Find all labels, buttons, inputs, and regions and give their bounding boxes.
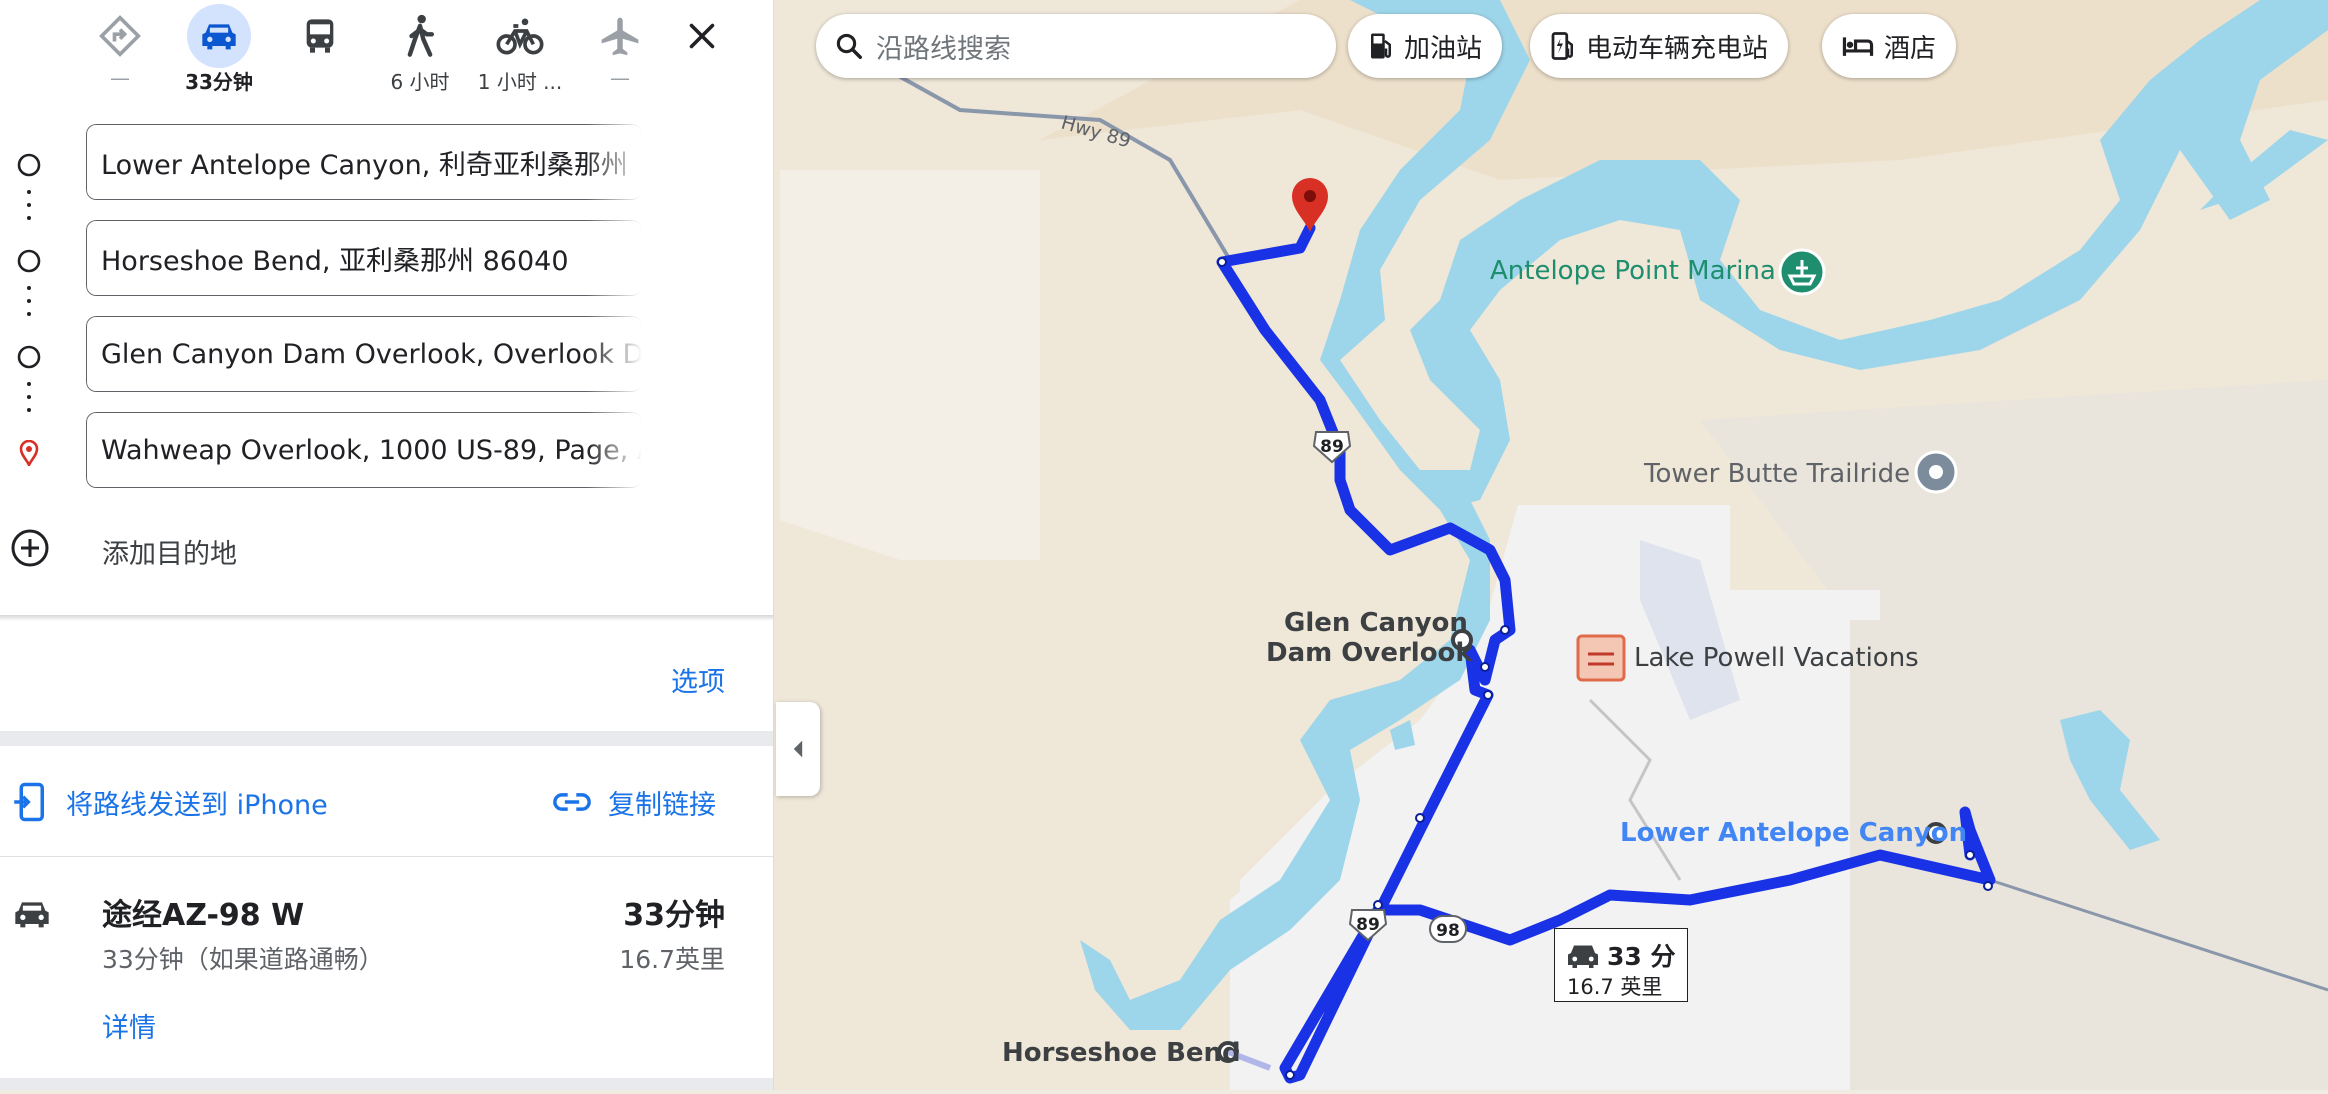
- panel-divider: [0, 615, 773, 621]
- search-placeholder: 沿路线搜索: [876, 33, 1011, 65]
- lake-powell-label[interactable]: Lake Powell Vacations: [1634, 643, 1919, 673]
- copy-link-button[interactable]: 复制链接: [552, 780, 716, 824]
- waypoint-circle-icon: [17, 345, 41, 369]
- mode-flight-label: —: [610, 66, 630, 90]
- mode-walking[interactable]: 6 小时: [370, 0, 470, 100]
- mode-walking-label: 6 小时: [390, 70, 450, 94]
- route-name[interactable]: 途经AZ-98 W: [102, 890, 304, 934]
- glen-canyon-label-line1[interactable]: Glen Canyon: [1284, 608, 1468, 638]
- tower-butte-label[interactable]: Tower Butte Trailride: [1644, 459, 1910, 489]
- caret-left-icon: [793, 740, 803, 758]
- stop-input-1[interactable]: Lower Antelope Canyon, 利奇亚利桑那州: [86, 124, 642, 200]
- add-destination-label: 添加目的地: [102, 539, 237, 570]
- add-circle-icon: [11, 529, 49, 567]
- mode-cycling-label: 1 小时 ...: [477, 70, 563, 94]
- hotel-chip[interactable]: 酒店: [1822, 14, 1957, 78]
- mode-flight[interactable]: —: [570, 0, 670, 100]
- link-icon: [553, 793, 591, 811]
- mode-best-label: —: [110, 66, 130, 90]
- shield-98: 98: [1436, 921, 1460, 941]
- stop-input-2[interactable]: Horseshoe Bend, 亚利桑那州 86040: [86, 220, 642, 296]
- car-icon: [1568, 945, 1598, 968]
- bus-icon: [306, 19, 334, 53]
- search-icon: [836, 33, 862, 59]
- stop-row-1: Lower Antelope Canyon, 利奇亚利桑那州: [0, 124, 773, 204]
- route-time: 33分钟: [623, 898, 725, 933]
- gas-station-chip[interactable]: 加油站: [1348, 14, 1503, 78]
- horseshoe-bend-label[interactable]: Horseshoe Bend: [1002, 1038, 1241, 1068]
- send-to-phone-link[interactable]: 将路线发送到 iPhone: [12, 780, 328, 824]
- mode-cycling[interactable]: 1 小时 ...: [470, 0, 570, 100]
- callout-distance: 16.7 英里: [1567, 975, 1663, 999]
- stop-row-3: Glen Canyon Dam Overlook, Overlook Dr, P…: [0, 316, 773, 396]
- car-icon: [15, 902, 49, 928]
- hotel-label: 酒店: [1884, 33, 1937, 64]
- close-directions-button[interactable]: [680, 14, 724, 58]
- mode-driving-label: 33分钟: [185, 70, 253, 94]
- section-separator: [0, 1078, 773, 1090]
- hotel-icon: [1842, 37, 1874, 56]
- send-to-phone-icon: [14, 782, 44, 822]
- stop-input-3[interactable]: Glen Canyon Dam Overlook, Overlook Dr, P…: [86, 316, 642, 392]
- car-icon: [202, 24, 236, 50]
- gas-station-label: 加油站: [1404, 33, 1483, 64]
- mode-transit[interactable]: [270, 0, 370, 100]
- collapse-panel-button[interactable]: [776, 702, 820, 796]
- shield-89-top: 89: [1320, 437, 1344, 457]
- mode-driving[interactable]: 33分钟: [169, 0, 269, 100]
- directions-diamond-icon: [99, 15, 141, 57]
- stop-row-4: Wahweap Overlook, 1000 US-89, Page, AZ: [0, 412, 773, 492]
- walking-icon: [407, 14, 435, 57]
- ev-charging-icon: [1551, 32, 1573, 60]
- glen-canyon-label-line2[interactable]: Dam Overlook: [1266, 638, 1473, 668]
- waypoint-circle-icon: [17, 153, 41, 177]
- ev-charging-label: 电动车辆充电站: [1586, 33, 1769, 64]
- mode-best[interactable]: —: [70, 0, 170, 100]
- antelope-point-marina-label[interactable]: Antelope Point Marina: [1490, 256, 1776, 286]
- stop-row-2: Horseshoe Bend, 亚利桑那州 86040: [0, 220, 773, 300]
- route-distance: 16.7英里: [619, 945, 725, 974]
- shield-89-bottom: 89: [1356, 915, 1380, 935]
- route-details-link[interactable]: 详情: [102, 1006, 156, 1045]
- callout-time: 33 分: [1607, 942, 1676, 971]
- directions-panel: — 33分钟 6 小时 1 小时 ... — Lower Antelope Ca…: [0, 0, 774, 1090]
- ev-charging-chip[interactable]: 电动车辆充电站: [1530, 14, 1789, 78]
- divider: [0, 856, 773, 857]
- bicycle-icon: [496, 18, 544, 55]
- search-along-route[interactable]: 沿路线搜索: [816, 14, 1336, 78]
- airplane-icon: [601, 17, 639, 56]
- lower-antelope-label[interactable]: Lower Antelope Canyon: [1620, 818, 1967, 848]
- close-icon: [689, 23, 715, 49]
- add-destination-button[interactable]: 添加目的地: [0, 520, 773, 576]
- travel-mode-bar: — 33分钟 6 小时 1 小时 ... —: [0, 0, 773, 100]
- route-subtitle: 33分钟（如果道路通畅）: [102, 945, 384, 974]
- destination-pin-icon: [19, 440, 39, 466]
- waypoint-circle-icon: [17, 249, 41, 273]
- stop-input-4[interactable]: Wahweap Overlook, 1000 US-89, Page, AZ: [86, 412, 642, 488]
- copy-link-label: 复制链接: [608, 789, 716, 821]
- send-to-phone-label: 将路线发送到 iPhone: [66, 789, 328, 821]
- gas-station-icon: [1371, 33, 1391, 59]
- options-link[interactable]: 选项: [671, 660, 725, 699]
- section-separator: [0, 731, 773, 746]
- route-time-callout[interactable]: 33 分 16.7 英里: [1554, 928, 1688, 1002]
